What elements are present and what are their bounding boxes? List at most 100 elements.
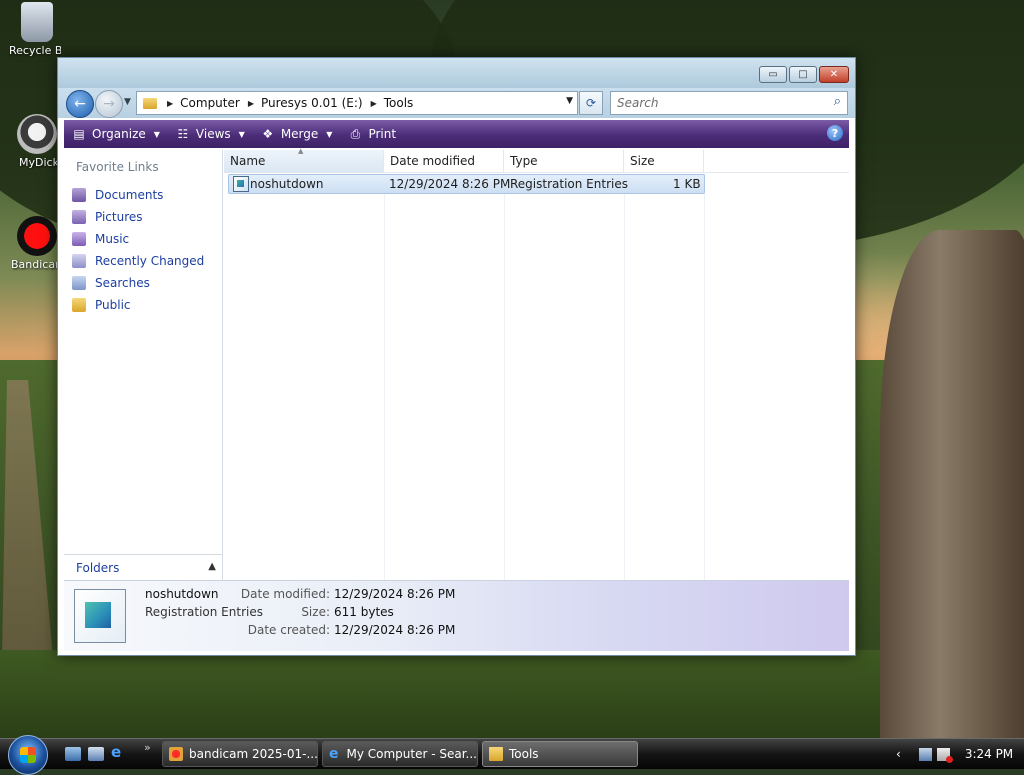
- organize-icon: ▤: [73, 127, 85, 141]
- desktop-icon-recycle-bin[interactable]: Recycle Bin: [5, 2, 69, 57]
- column-header-date-modified[interactable]: Date modified: [384, 150, 504, 172]
- back-button[interactable]: ←: [66, 90, 94, 118]
- music-icon: [72, 232, 86, 246]
- details-date-created-label: Date created:: [247, 623, 330, 637]
- favorite-link-label: Documents: [95, 188, 164, 202]
- internet-explorer-icon[interactable]: e: [111, 743, 127, 761]
- column-header-label: Type: [510, 154, 538, 168]
- column-header-label: Date modified: [390, 154, 476, 168]
- details-date-modified-label: Date modified:: [240, 587, 330, 601]
- network-icon[interactable]: [918, 747, 932, 761]
- recent-pages-dropdown-icon[interactable]: ▼: [124, 97, 131, 107]
- taskbar-button-label: Tools: [509, 747, 539, 761]
- favorite-link-searches[interactable]: Searches: [72, 272, 222, 294]
- search-input[interactable]: Search ⌕: [610, 91, 848, 115]
- help-button[interactable]: ?: [827, 125, 843, 141]
- navigation-pane: Favorite Links Documents Pictures Music …: [64, 150, 223, 580]
- breadcrumb-separator-icon[interactable]: ▶: [371, 99, 377, 108]
- chevron-down-icon: ▼: [238, 129, 245, 139]
- switch-windows-icon[interactable]: [88, 747, 104, 761]
- chevron-down-icon: ▼: [326, 129, 333, 139]
- column-header-size[interactable]: Size: [624, 150, 704, 172]
- chevron-up-icon: ▲: [208, 561, 216, 572]
- favorite-link-recently-changed[interactable]: Recently Changed: [72, 250, 222, 272]
- organize-label: Organize: [92, 127, 146, 141]
- taskbar-button-my-computer[interactable]: e My Computer - Sear...: [322, 741, 478, 767]
- details-date-created-value: 12/29/2024 8:26 PM: [334, 623, 456, 637]
- searches-icon: [72, 276, 86, 290]
- column-divider: [504, 172, 505, 580]
- print-button[interactable]: ⎙ Print: [340, 120, 404, 148]
- wallpaper-tree-trunk: [880, 230, 1024, 750]
- show-desktop-icon[interactable]: [65, 747, 81, 761]
- breadcrumb-tools[interactable]: Tools: [384, 96, 414, 110]
- desktop-icon-label: Bandicam: [11, 258, 63, 271]
- system-tray: ‹ 3:24 PM: [890, 739, 1024, 769]
- views-button[interactable]: ☷ Views ▼: [168, 120, 253, 148]
- file-name: noshutdown: [250, 177, 324, 191]
- bandicam-icon: [169, 747, 183, 761]
- favorite-link-pictures[interactable]: Pictures: [72, 206, 222, 228]
- column-divider: [624, 172, 625, 580]
- documents-icon: [72, 188, 86, 202]
- merge-label: Merge: [280, 127, 319, 141]
- breadcrumb-computer[interactable]: Computer: [180, 96, 240, 110]
- details-size-value: 611 bytes: [334, 605, 394, 619]
- address-row: ← → ▼ ▶ Computer ▶ Puresys 0.01 (E:) ▶ T…: [58, 88, 855, 118]
- favorite-links-list: Documents Pictures Music Recently Change…: [72, 184, 222, 316]
- registry-file-icon: [233, 176, 249, 192]
- refresh-icon: ⟳: [585, 96, 597, 110]
- details-pane: noshutdown Registration Entries Date mod…: [64, 580, 849, 651]
- favorite-link-public[interactable]: Public: [72, 294, 222, 316]
- file-type: Registration Entries: [510, 177, 628, 191]
- volume-muted-icon[interactable]: [936, 747, 953, 763]
- folder-icon: [489, 747, 503, 761]
- maximize-button[interactable]: □: [789, 66, 817, 83]
- show-hidden-icons-icon[interactable]: ‹: [896, 747, 901, 761]
- refresh-button[interactable]: ⟳: [579, 91, 603, 115]
- wallpaper-grass: [0, 650, 1024, 740]
- window-title-bar[interactable]: ▭ □ ✕: [58, 58, 855, 92]
- file-list-pane[interactable]: ▲ Name Date modified Type Size noshutdow…: [224, 147, 849, 580]
- forward-button[interactable]: →: [95, 90, 123, 118]
- bandicam-icon: [17, 216, 57, 256]
- favorite-link-label: Music: [95, 232, 130, 246]
- column-header-type[interactable]: Type: [504, 150, 624, 172]
- file-row[interactable]: noshutdown 12/29/2024 8:26 PM Registrati…: [228, 174, 705, 194]
- favorite-link-documents[interactable]: Documents: [72, 184, 222, 206]
- breadcrumb-separator-icon[interactable]: ▶: [167, 99, 173, 108]
- minimize-button[interactable]: ▭: [759, 66, 787, 83]
- taskbar-button-tools[interactable]: Tools: [482, 741, 638, 767]
- address-bar[interactable]: ▶ Computer ▶ Puresys 0.01 (E:) ▶ Tools ▼: [136, 91, 578, 115]
- file-date-modified: 12/29/2024 8:26 PM: [389, 177, 511, 191]
- favorite-link-music[interactable]: Music: [72, 228, 222, 250]
- window-controls: ▭ □ ✕: [759, 66, 849, 83]
- search-icon[interactable]: ⌕: [834, 94, 841, 109]
- column-header-label: Size: [630, 154, 655, 168]
- breadcrumb-separator-icon[interactable]: ▶: [248, 99, 254, 108]
- column-divider: [384, 172, 385, 580]
- organize-button[interactable]: ▤ Organize ▼: [64, 120, 168, 148]
- print-label: Print: [368, 127, 397, 141]
- favorite-link-label: Public: [95, 298, 131, 312]
- close-button[interactable]: ✕: [819, 66, 849, 83]
- quick-launch-more-icon[interactable]: »: [144, 741, 151, 754]
- details-date-modified-value: 12/29/2024 8:26 PM: [334, 587, 456, 601]
- clock[interactable]: 3:24 PM: [965, 747, 1013, 761]
- views-label: Views: [195, 127, 231, 141]
- command-toolbar: ▤ Organize ▼ ☷ Views ▼ ❖ Merge ▼ ⎙ Print…: [64, 120, 849, 148]
- taskbar-button-bandicam[interactable]: bandicam 2025-01-...: [162, 741, 318, 767]
- column-header-label: Name: [230, 154, 266, 168]
- chevron-down-icon: ▼: [153, 129, 160, 139]
- merge-button[interactable]: ❖ Merge ▼: [253, 120, 341, 148]
- forward-arrow-icon: →: [103, 96, 115, 112]
- start-button[interactable]: [8, 735, 48, 775]
- column-header-name[interactable]: ▲ Name: [224, 147, 384, 172]
- folders-toggle[interactable]: Folders ▲: [64, 554, 222, 581]
- merge-icon: ❖: [262, 127, 274, 141]
- close-icon: ✕: [829, 69, 839, 80]
- address-dropdown-icon[interactable]: ▼: [566, 96, 573, 106]
- maximize-icon: □: [798, 69, 808, 80]
- taskbar-button-label: bandicam 2025-01-...: [189, 747, 318, 761]
- breadcrumb-drive[interactable]: Puresys 0.01 (E:): [261, 96, 363, 110]
